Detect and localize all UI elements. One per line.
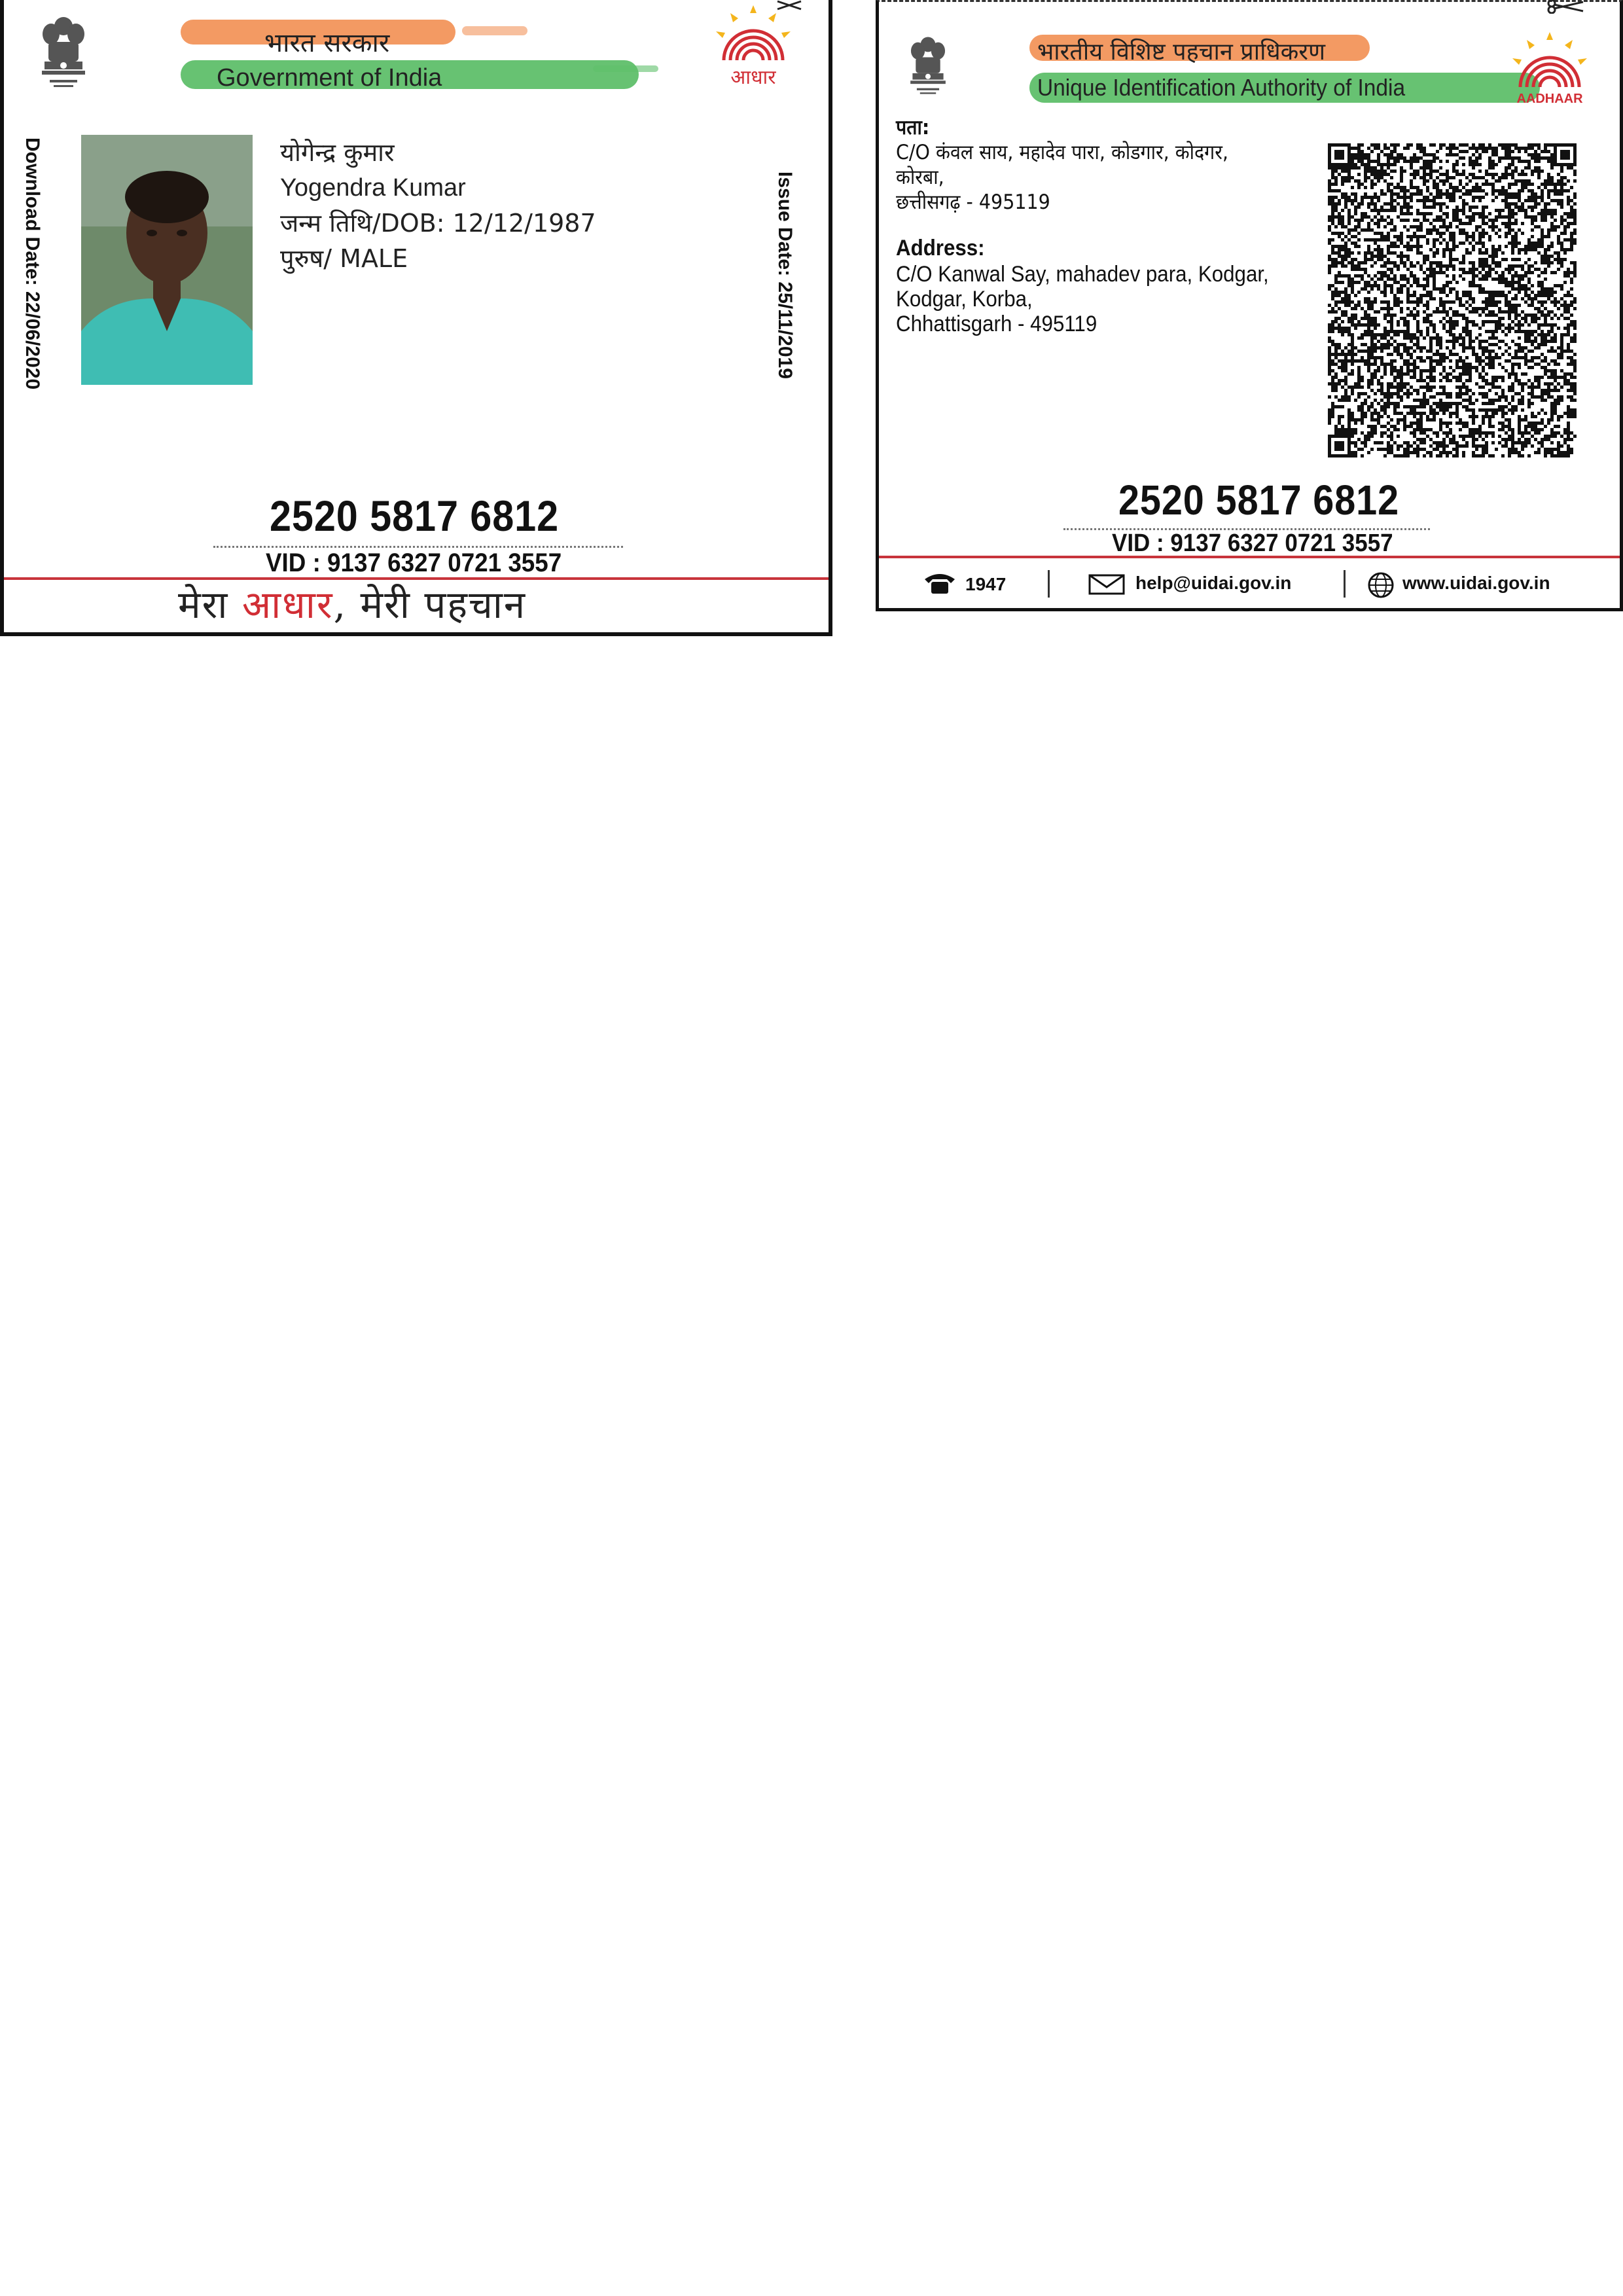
issue-date: Issue Date: 25/11/2019 <box>774 171 796 379</box>
qr-code-icon <box>1328 143 1577 457</box>
aadhaar-logo-text: AADHAAR <box>1516 92 1583 106</box>
holder-photo <box>81 135 253 385</box>
address-english-line-1: C/O Kanwal Say, mahadev para, Kodgar, <box>896 262 1269 287</box>
footer-separator <box>1048 570 1050 598</box>
mail-icon <box>1088 574 1125 595</box>
header-hindi: भारत सरकार <box>264 28 390 58</box>
globe-icon <box>1368 572 1394 598</box>
slogan-part-3: , मेरी पहचान <box>333 583 527 627</box>
aadhaar-number: 2520 5817 6812 <box>1118 476 1400 524</box>
aadhaar-number: 2520 5817 6812 <box>270 492 560 540</box>
name-hindi: योगेन्द्र कुमार <box>280 138 395 167</box>
address-hindi-line-3: छत्तीसगढ़ - 495119 <box>896 190 1050 214</box>
saffron-stroke-tail <box>462 26 527 35</box>
email-link[interactable]: help@uidai.gov.in <box>1135 573 1291 594</box>
phone-number: 1947 <box>965 574 1007 594</box>
phone-icon <box>925 574 955 594</box>
scissors-icon <box>1547 0 1584 14</box>
gender: पुरुष/ MALE <box>280 244 408 273</box>
address-label-english: Address: <box>896 236 985 260</box>
header-english: Government of India <box>217 64 442 92</box>
aadhaar-logo-icon: AADHAAR <box>1512 32 1587 106</box>
address-english-line-3: Chhattisgarh - 495119 <box>896 312 1097 336</box>
address-hindi-line-2: कोरबा, <box>896 166 944 189</box>
download-date: Download Date: 22/06/2020 <box>22 137 43 390</box>
address-hindi-line-1: C/O कंवल साय, महादेव पारा, कोडगार, कोदगर… <box>896 141 1228 164</box>
green-stroke-tail <box>593 65 658 72</box>
slogan: मेरा आधार, मेरी पहचान <box>178 577 526 629</box>
aadhaar-logo-text: आधार <box>730 66 776 89</box>
header-hindi: भारतीय विशिष्ट पहचान प्राधिकरण <box>1037 39 1325 65</box>
slogan-aadhaar: आधार <box>241 583 334 627</box>
aadhaar-card-front: भारत सरकार Government of India आधार Down… <box>0 0 832 636</box>
footer-separator <box>1344 570 1346 598</box>
emblem-icon <box>910 37 946 94</box>
address-label-hindi: पता: <box>896 116 930 139</box>
slogan-part-1: मेरा <box>178 583 242 627</box>
header-english: Unique Identification Authority of India <box>1037 74 1406 101</box>
website-link[interactable]: www.uidai.gov.in <box>1402 573 1550 594</box>
scissors-icon <box>777 0 802 10</box>
dob: जन्म तिथि/DOB: 12/12/1987 <box>280 209 596 238</box>
aadhaar-logo-icon: आधार <box>716 5 791 89</box>
address-english-line-2: Kodgar, Korba, <box>896 287 1033 312</box>
vid-number: VID : 9137 6327 0721 3557 <box>266 548 562 577</box>
vid-number: VID : 9137 6327 0721 3557 <box>1112 529 1393 557</box>
aadhaar-card-back: भारतीय विशिष्ट पहचान प्राधिकरण Unique Id… <box>876 0 1623 611</box>
number-divider <box>213 546 623 548</box>
emblem-icon <box>42 17 85 87</box>
footer-red-line <box>879 556 1620 558</box>
name-english: Yogendra Kumar <box>280 174 466 202</box>
